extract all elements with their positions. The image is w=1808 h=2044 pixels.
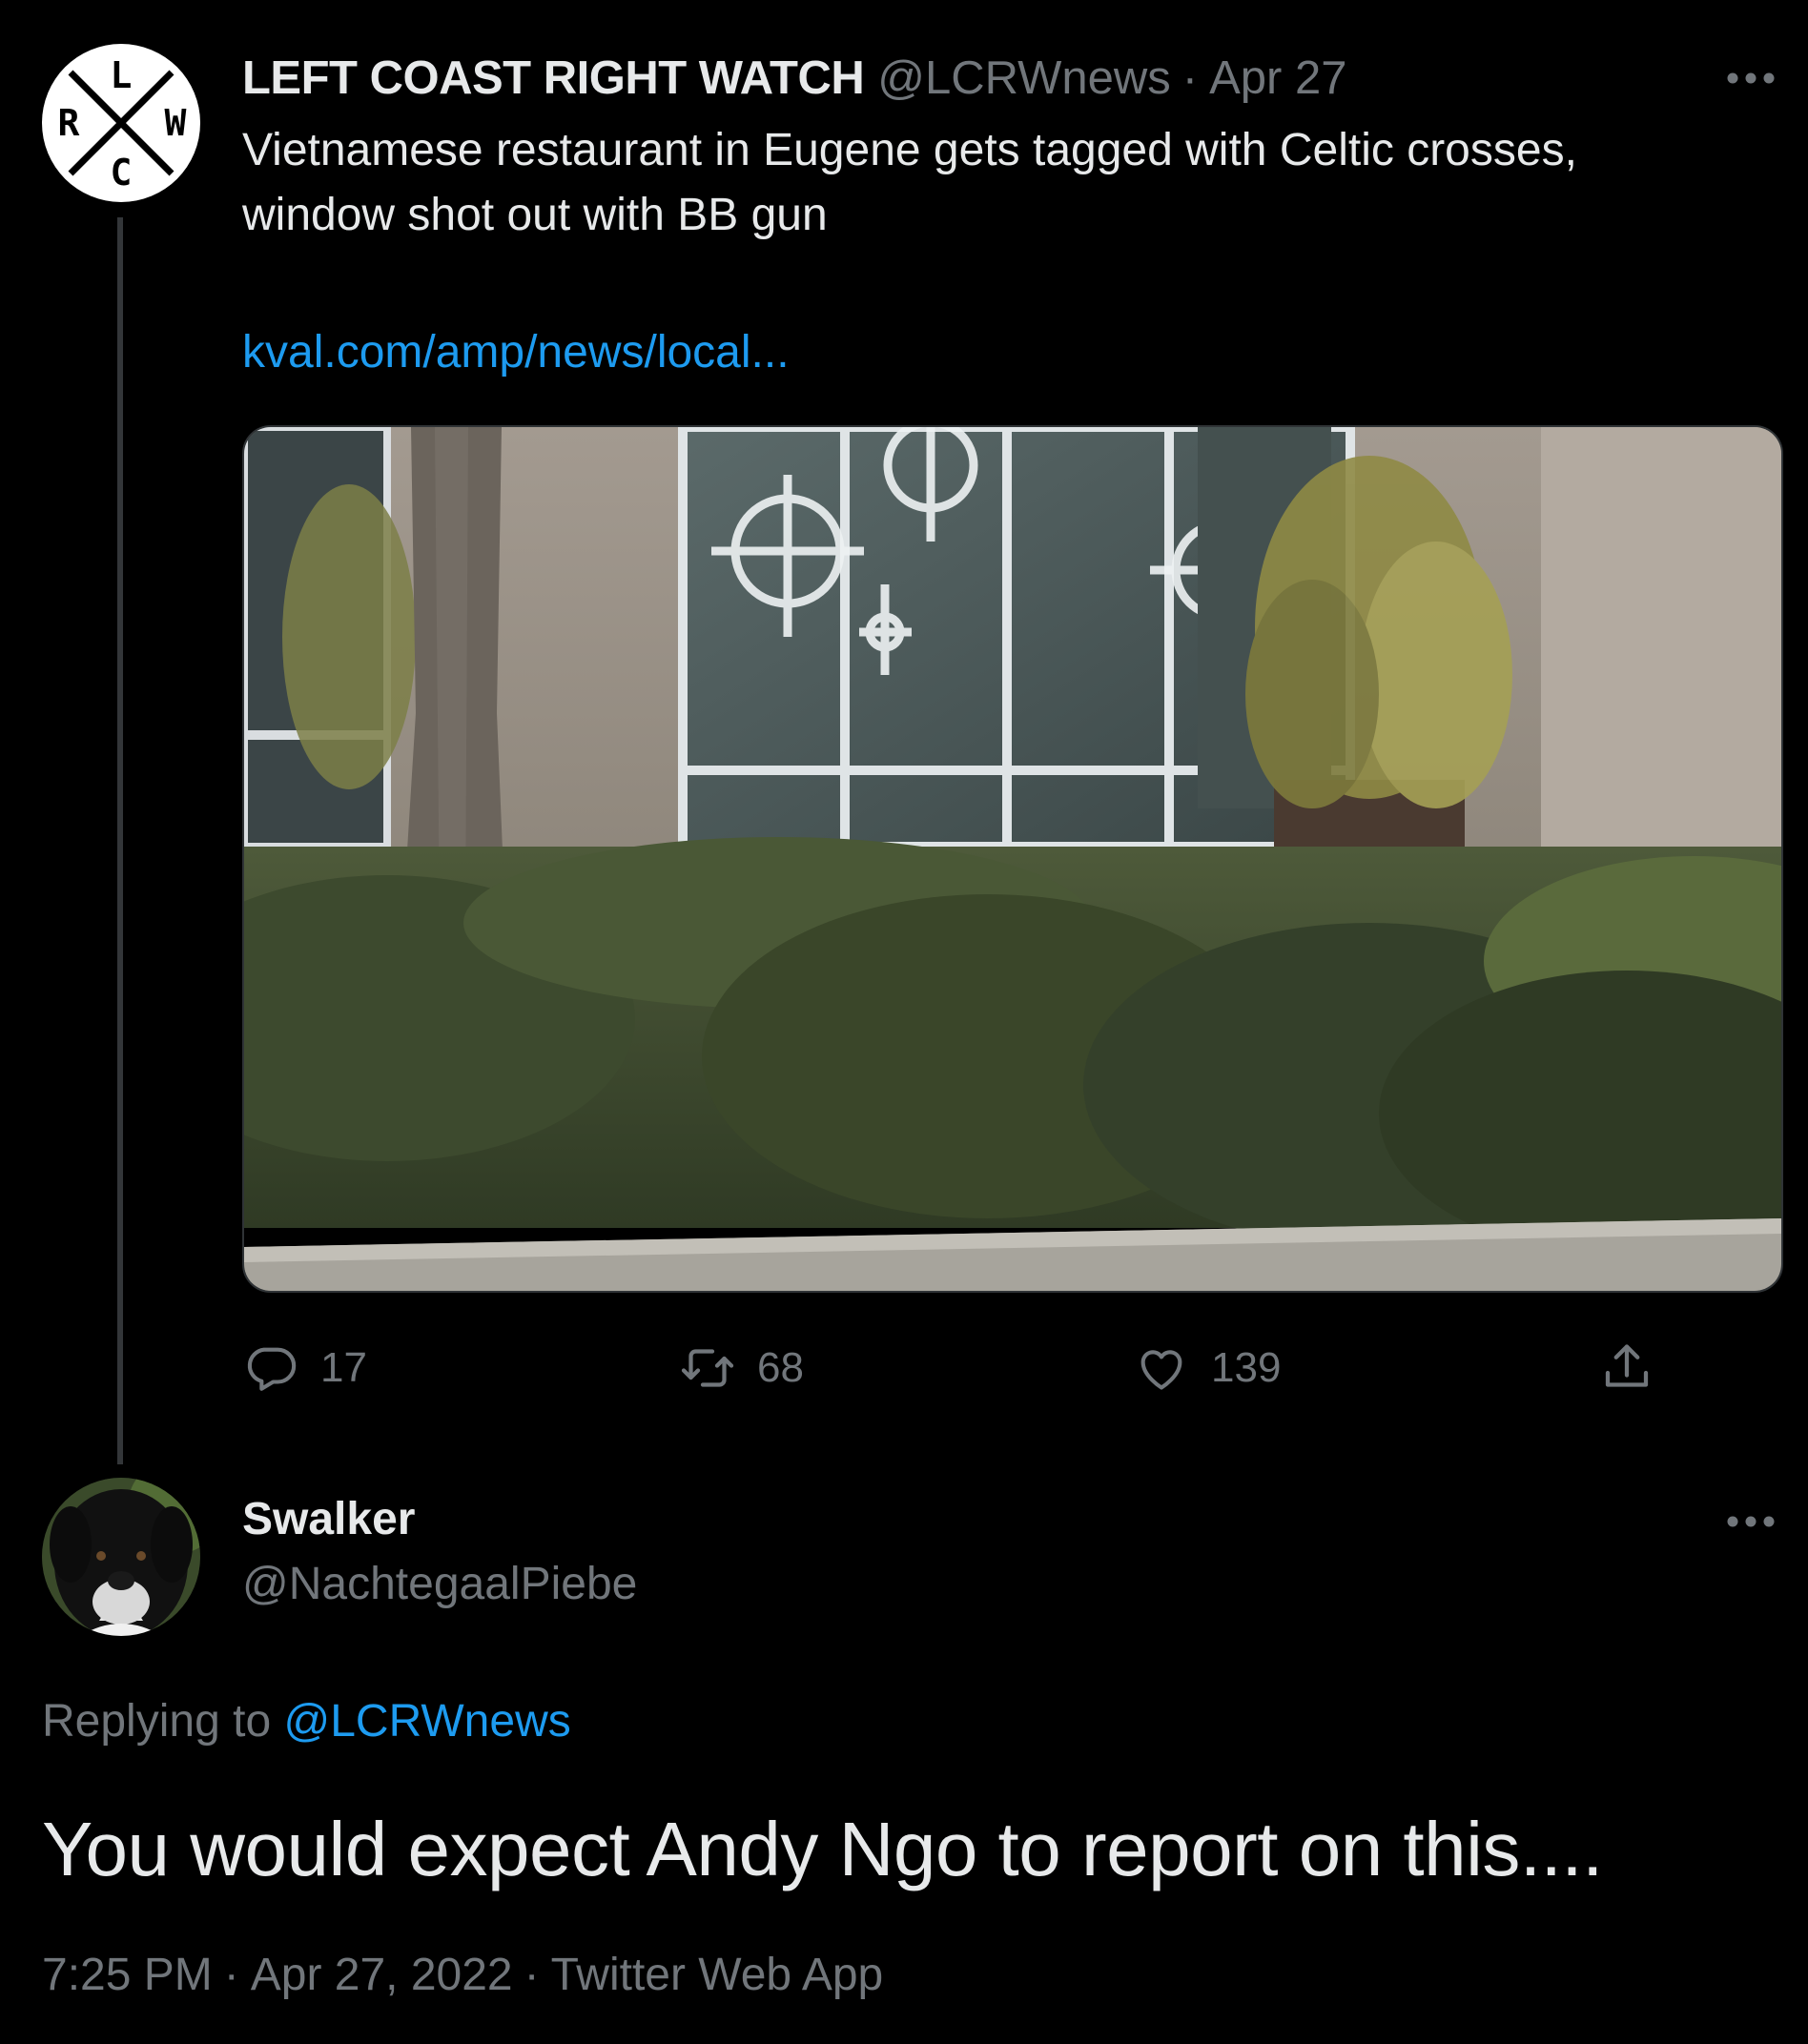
avatar-lcrw[interactable]: L R W C — [42, 44, 200, 202]
more-options-button[interactable] — [1722, 50, 1779, 107]
author-handle[interactable]: @LCRWnews — [877, 51, 1171, 105]
logo-letter-r: R — [58, 102, 80, 144]
meta-separator: · — [223, 1950, 239, 2000]
article-link[interactable]: kval.com/amp/news/local... — [242, 320, 790, 385]
reply-text: You would expect Andy Ngo to report on t… — [42, 1807, 1603, 1891]
lcrw-logo: L R W C — [58, 54, 187, 194]
tweet-time[interactable]: 7:25 PM — [42, 1950, 213, 2000]
tweet-media-image[interactable] — [242, 425, 1783, 1293]
reply-author-handle[interactable]: @NachtegaalPiebe — [242, 1558, 637, 1610]
logo-letter-c: C — [111, 152, 133, 194]
replying-to-handle-link[interactable]: @LCRWnews — [283, 1696, 570, 1747]
avatar-swalker[interactable] — [42, 1478, 200, 1636]
retweet-count: 68 — [757, 1344, 804, 1391]
tweet-text: Vietnamese restaurant in Eugene gets tag… — [242, 125, 1577, 240]
share-button[interactable] — [1598, 1335, 1655, 1401]
replying-to-line: Replying to @LCRWnews — [42, 1695, 571, 1748]
like-count: 139 — [1211, 1344, 1282, 1391]
reply-button[interactable]: 17 — [242, 1335, 367, 1401]
speech-bubble-icon — [242, 1339, 299, 1397]
logo-letter-l: L — [111, 54, 133, 96]
heart-icon — [1133, 1339, 1190, 1397]
header-separator: · — [1181, 52, 1199, 104]
tweet-source: Twitter Web App — [550, 1950, 884, 2000]
more-horizontal-icon — [1727, 72, 1775, 84]
reply-more-options-button[interactable] — [1722, 1493, 1779, 1550]
reply-count: 17 — [320, 1344, 367, 1391]
retweet-arrows-icon — [679, 1339, 736, 1397]
logo-letter-w: W — [165, 102, 187, 144]
tweet-meta: 7:25 PM · Apr 27, 2022 · Twitter Web App — [42, 1949, 883, 2001]
tweet-header: LEFT COAST RIGHT WATCH @LCRWnews · Apr 2… — [242, 50, 1346, 107]
restaurant-photo — [244, 427, 1781, 1291]
dog-avatar-image — [42, 1478, 200, 1636]
author-name[interactable]: LEFT COAST RIGHT WATCH — [242, 51, 865, 105]
retweet-button[interactable]: 68 — [679, 1335, 804, 1401]
thread-connector-line — [117, 217, 123, 1464]
meta-separator: · — [524, 1950, 540, 2000]
like-button[interactable]: 139 — [1133, 1335, 1281, 1401]
reply-author-name[interactable]: Swalker — [242, 1493, 415, 1545]
tweet-full-date[interactable]: Apr 27, 2022 — [251, 1950, 513, 2000]
more-horizontal-icon — [1727, 1516, 1775, 1527]
replying-to-label: Replying to — [42, 1696, 272, 1747]
tweet-date[interactable]: Apr 27 — [1209, 51, 1346, 105]
share-upload-icon — [1598, 1339, 1655, 1397]
